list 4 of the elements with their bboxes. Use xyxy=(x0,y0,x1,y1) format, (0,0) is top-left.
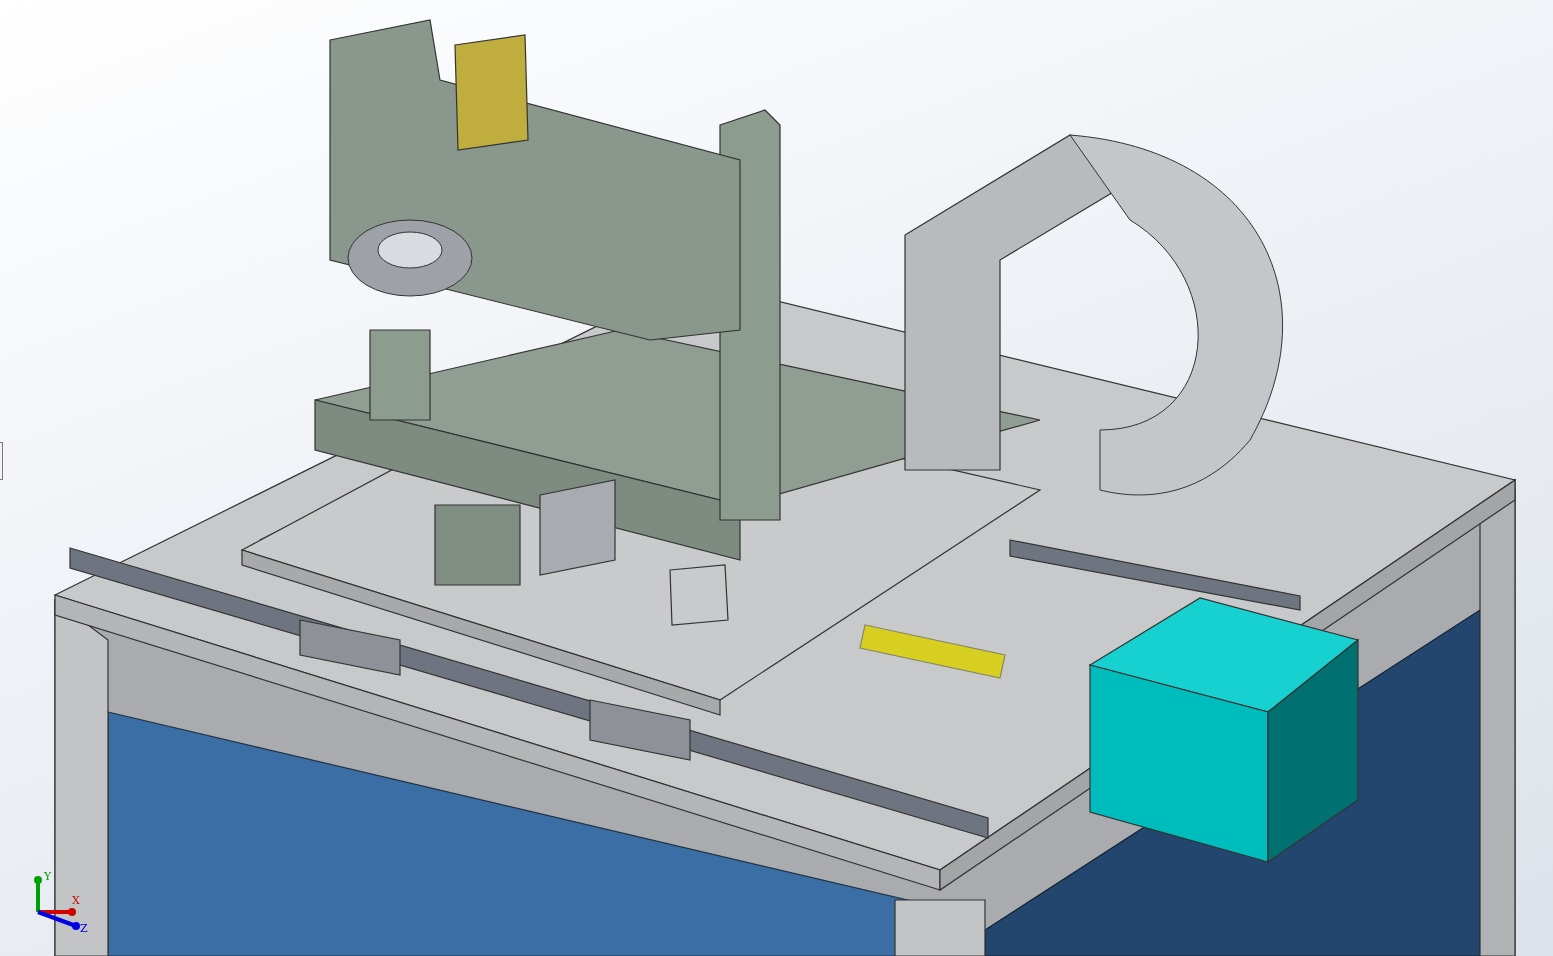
axis-label: Z xyxy=(80,922,88,935)
axis-label: Y xyxy=(44,870,52,883)
axis-label: X xyxy=(72,894,80,907)
panel-tab[interactable] xyxy=(0,442,3,480)
